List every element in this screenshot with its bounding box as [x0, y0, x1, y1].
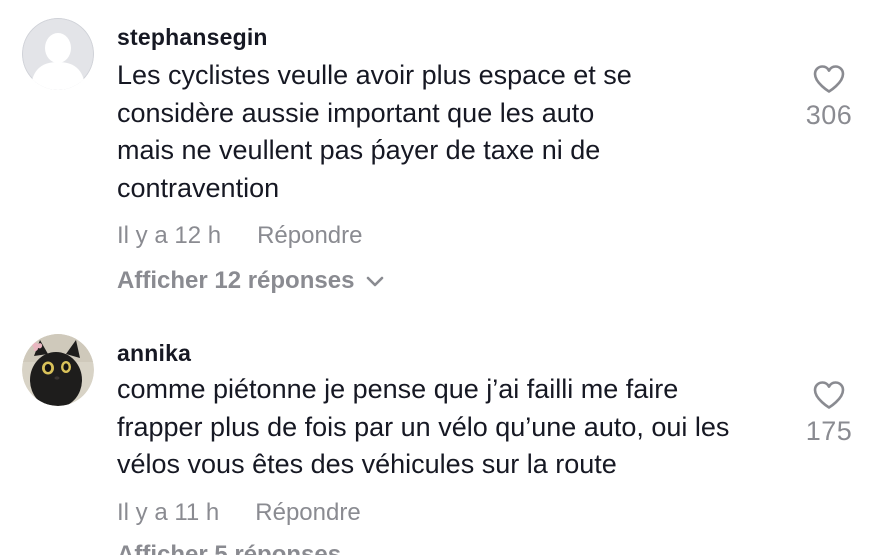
comment-text: comme piétonne je pense que j’ai failli …: [117, 371, 807, 484]
heart-icon[interactable]: [812, 64, 846, 94]
comment-username[interactable]: annika: [117, 340, 191, 367]
avatar[interactable]: [22, 334, 94, 406]
comment-text-line: contravention: [117, 172, 280, 203]
cat-avatar-icon: [22, 334, 94, 406]
comment-text-line: frapper plus de fois par un vélo qu’une …: [117, 411, 730, 442]
like-count: 175: [805, 416, 853, 446]
comment-text-line: vélos vous êtes des véhicules sur la rou…: [117, 449, 617, 479]
comment-username[interactable]: stephansegin: [117, 24, 268, 51]
like-count: 306: [805, 100, 853, 130]
comment-text-line: considère aussie important que les auto: [117, 97, 595, 128]
like-area: 306: [784, 64, 874, 131]
comment-meta: Il y a 11 h Répondre: [117, 499, 361, 527]
avatar[interactable]: [22, 18, 94, 90]
reply-button[interactable]: Répondre: [257, 222, 362, 250]
like-area: 175: [784, 380, 874, 447]
comment-text: Les cyclistes veulle avoir plus espace e…: [117, 57, 807, 207]
comment-text-line: comme piétonne je pense que j’ai failli …: [117, 374, 679, 404]
comment-text-line: mais ne veullent pas ṕayer de taxe ni de: [117, 135, 601, 165]
default-user-avatar-icon: [22, 18, 94, 90]
reply-button[interactable]: Répondre: [255, 499, 360, 527]
show-replies-label: Afficher 5 réponses: [117, 541, 342, 555]
comment-timestamp: Il y a 12 h: [117, 222, 222, 249]
show-replies-button[interactable]: Afficher 12 réponses: [117, 267, 384, 295]
comment-text-line: Les cyclistes veulle avoir plus espace e…: [117, 60, 632, 90]
show-replies-label: Afficher 12 réponses: [117, 267, 355, 294]
show-replies-button[interactable]: Afficher 5 réponses: [117, 541, 341, 555]
heart-icon[interactable]: [812, 380, 846, 410]
comment-meta: Il y a 12 h Répondre: [117, 222, 362, 250]
comment-timestamp: Il y a 11 h: [117, 499, 220, 526]
chevron-down-icon: [367, 276, 384, 287]
